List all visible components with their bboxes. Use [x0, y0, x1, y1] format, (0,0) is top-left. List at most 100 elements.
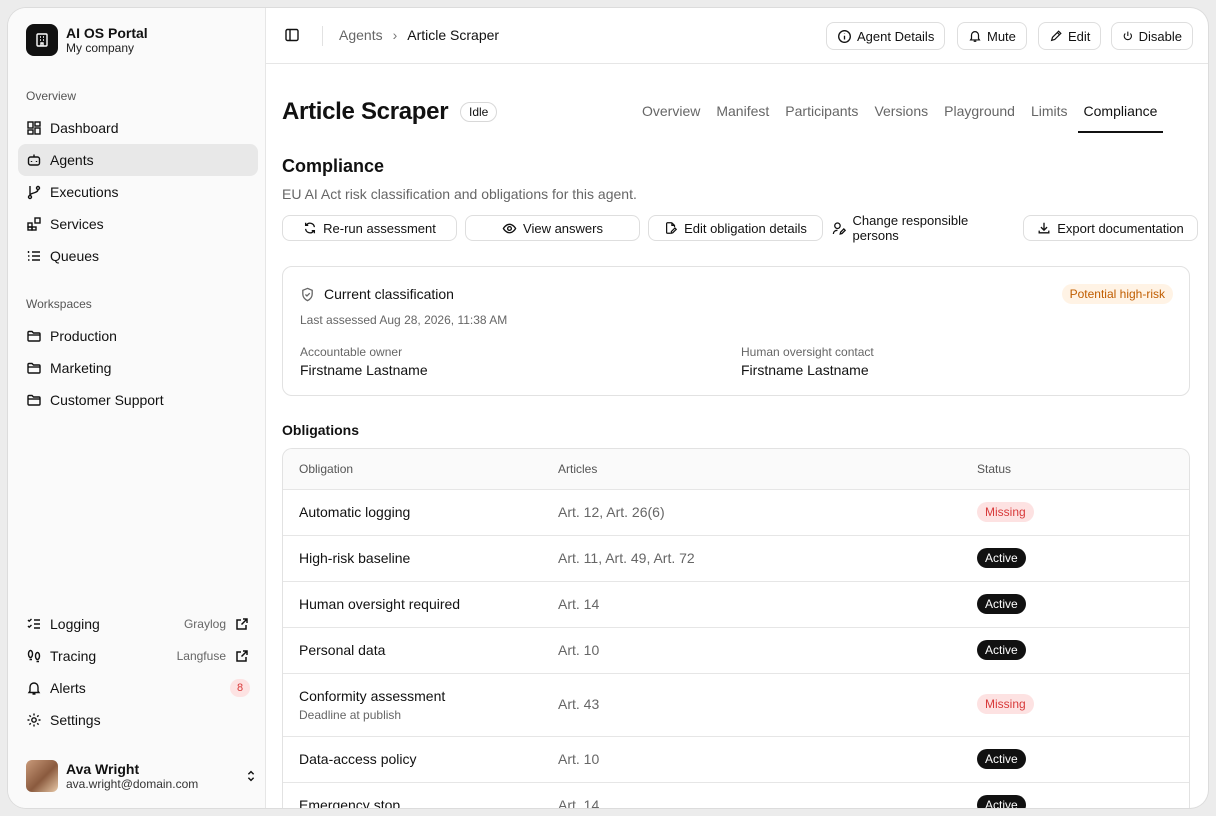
status-badge: Active: [977, 594, 1026, 614]
sidebar-item-label: Dashboard: [50, 120, 119, 136]
rerun-assessment-button[interactable]: Re-run assessment: [282, 215, 457, 241]
external-link[interactable]: Langfuse: [177, 648, 250, 664]
view-answers-button[interactable]: View answers: [465, 215, 640, 241]
sidebar-item-dashboard[interactable]: Dashboard: [18, 112, 258, 144]
obligation-subtext: Deadline at publish: [299, 708, 402, 722]
table-row[interactable]: High-risk baseline Art. 11, Art. 49, Art…: [283, 536, 1189, 582]
sidebar-item-executions[interactable]: Executions: [18, 176, 258, 208]
status-badge: Active: [977, 795, 1026, 808]
risk-badge: Potential high-risk: [1061, 284, 1173, 304]
obligation-articles: Art. 43: [558, 696, 600, 712]
sidebar-item-settings[interactable]: Settings: [18, 704, 258, 736]
sidebar-item-alerts[interactable]: Alerts 8: [18, 672, 258, 704]
divider: [322, 26, 323, 46]
sidebar-toggle-icon[interactable]: [284, 27, 300, 43]
edit-obligation-button[interactable]: Edit obligation details: [648, 215, 823, 241]
table-row[interactable]: Data-access policy Art. 10 Active: [283, 737, 1189, 783]
table-row[interactable]: Personal data Art. 10 Active: [283, 628, 1189, 674]
agent-details-button[interactable]: Agent Details: [826, 22, 946, 50]
obligation-name: High-risk baseline: [299, 550, 411, 566]
change-persons-button[interactable]: Change responsible persons: [831, 213, 1014, 243]
disable-label: Disable: [1138, 28, 1182, 44]
status-badge: Active: [977, 749, 1026, 769]
table-row[interactable]: Conformity assessment Deadline at publis…: [283, 674, 1189, 737]
folder-icon: [27, 362, 41, 374]
oversight-label: Human oversight contact: [741, 345, 874, 359]
external-link-icon: [236, 650, 248, 662]
blocks-icon: [27, 217, 41, 231]
power-icon: [1123, 31, 1132, 41]
tab-playground[interactable]: Playground: [944, 103, 1015, 133]
tab-limits[interactable]: Limits: [1031, 103, 1068, 133]
tab-compliance[interactable]: Compliance: [1077, 103, 1164, 133]
sidebar-item-logging[interactable]: Logging Graylog: [18, 608, 258, 640]
list-checks-icon: [27, 618, 40, 629]
sidebar-item-label: Production: [50, 328, 117, 344]
section-label-workspaces: Workspaces: [26, 297, 92, 311]
external-link-label: Graylog: [183, 617, 226, 631]
tab-versions[interactable]: Versions: [874, 103, 928, 133]
bot-icon: [27, 154, 41, 166]
sidebar-item-services[interactable]: Services: [18, 208, 258, 240]
user-pen-icon: [832, 221, 847, 235]
column-header-status: Status: [977, 462, 1012, 476]
bell-icon: [27, 682, 41, 695]
status-badge: Active: [977, 640, 1026, 660]
sidebar: AI OS Portal My company Overview Dashboa…: [8, 8, 266, 808]
change-persons-label: Change responsible persons: [852, 213, 969, 243]
obligation-name: Automatic logging: [299, 504, 411, 520]
folder-icon: [27, 330, 41, 342]
refresh-icon: [305, 222, 316, 234]
edit-label: Edit: [1068, 28, 1091, 44]
table-row[interactable]: Automatic logging Art. 12, Art. 26(6) Mi…: [283, 490, 1189, 536]
section-description: EU AI Act risk classification and obliga…: [282, 186, 637, 202]
obligation-articles: Art. 14: [558, 596, 600, 612]
external-link-label: Langfuse: [176, 649, 226, 663]
disable-button[interactable]: Disable: [1111, 22, 1193, 50]
sidebar-item-tracing[interactable]: Tracing Langfuse: [18, 640, 258, 672]
status-badge: Idle: [460, 102, 498, 122]
user-name: Ava Wright: [66, 761, 140, 777]
obligation-name: Personal data: [299, 642, 386, 658]
chevron-right-icon: ›: [392, 27, 398, 43]
obligations-title: Obligations: [282, 422, 359, 438]
sidebar-item-queues[interactable]: Queues: [18, 240, 258, 272]
alerts-count-badge: 8: [230, 679, 250, 697]
section-label-overview: Overview: [26, 89, 77, 103]
sidebar-item-marketing[interactable]: Marketing: [18, 352, 258, 384]
brand[interactable]: AI OS Portal My company: [26, 24, 148, 56]
tab-participants[interactable]: Participants: [785, 103, 858, 133]
edit-button[interactable]: Edit: [1038, 22, 1102, 50]
obligation-name: Human oversight required: [299, 596, 461, 612]
app-window: AI OS Portal My company Overview Dashboa…: [8, 8, 1208, 808]
mute-button[interactable]: Mute: [957, 22, 1027, 50]
sidebar-item-agents[interactable]: Agents: [18, 144, 258, 176]
tab-bar: Overview Manifest Participants Versions …: [642, 103, 1164, 133]
classification-title-text: Current classification: [324, 286, 454, 302]
page-title: Article Scraper: [282, 98, 449, 125]
user-email: ava.wright@domain.com: [66, 777, 199, 791]
table-row[interactable]: Emergency stop Art. 14 Active: [283, 783, 1189, 808]
export-documentation-button[interactable]: Export documentation: [1023, 215, 1198, 241]
external-link[interactable]: Graylog: [184, 616, 250, 632]
sidebar-item-customer-support[interactable]: Customer Support: [18, 384, 258, 416]
sidebar-item-label: Marketing: [50, 360, 112, 376]
mute-label: Mute: [987, 28, 1016, 44]
user-menu[interactable]: Ava Wright ava.wright@domain.com: [26, 760, 258, 792]
rerun-label: Re-run assessment: [323, 220, 436, 236]
breadcrumb: Agents › Article Scraper: [339, 27, 499, 43]
classification-card: Current classification Potential high-ri…: [282, 266, 1190, 396]
section-title: Compliance: [282, 156, 385, 176]
tab-manifest[interactable]: Manifest: [716, 103, 769, 133]
classification-title: Current classification: [300, 286, 454, 302]
breadcrumb-agents[interactable]: Agents: [339, 27, 383, 43]
tab-overview[interactable]: Overview: [642, 103, 700, 133]
chevrons-up-down-icon: [247, 770, 255, 782]
sidebar-item-production[interactable]: Production: [18, 320, 258, 352]
obligation-name: Conformity assessment: [299, 688, 446, 704]
sidebar-item-label: Tracing: [50, 648, 97, 664]
sidebar-item-label: Agents: [50, 152, 94, 168]
status-badge: Missing: [977, 694, 1034, 714]
table-row[interactable]: Human oversight required Art. 14 Active: [283, 582, 1189, 628]
brand-subtitle: My company: [66, 41, 135, 55]
